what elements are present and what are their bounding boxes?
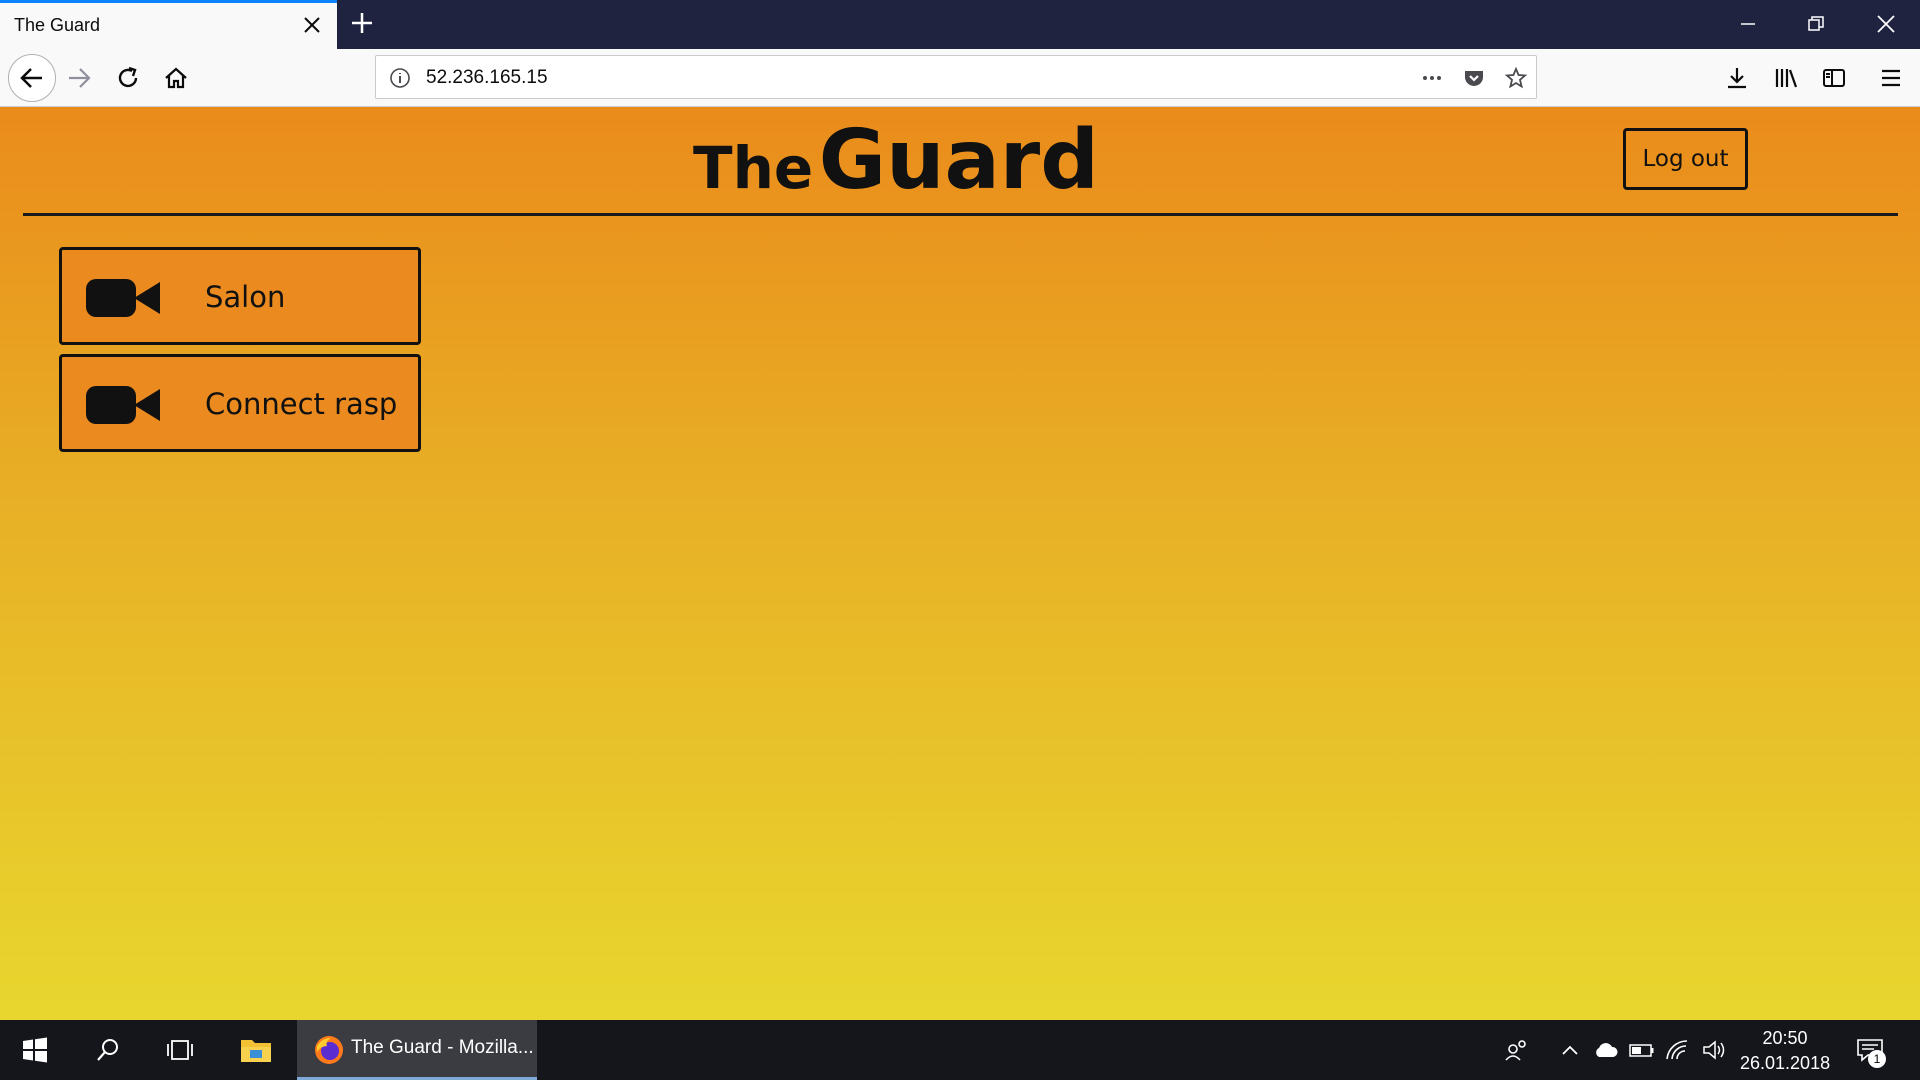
site-title-large: Guard bbox=[818, 113, 1099, 208]
video-camera-icon bbox=[86, 279, 160, 317]
site-title: The Guard bbox=[693, 113, 1099, 208]
arrow-left-icon bbox=[20, 68, 42, 88]
tab-title: The Guard bbox=[14, 15, 101, 35]
browser-toolbar: 52.236.165.15 bbox=[0, 49, 1920, 107]
pocket-icon[interactable] bbox=[1462, 66, 1486, 90]
more-actions-icon[interactable] bbox=[1420, 66, 1444, 90]
bookmark-star-icon[interactable] bbox=[1504, 66, 1528, 90]
chevron-up-icon bbox=[1562, 1045, 1578, 1055]
minimize-window-icon[interactable] bbox=[1736, 12, 1760, 36]
search-icon bbox=[97, 1039, 118, 1061]
home-button[interactable] bbox=[159, 61, 193, 95]
site-title-small: The bbox=[693, 134, 814, 202]
sidebar-button[interactable] bbox=[1817, 61, 1851, 95]
url-text[interactable]: 52.236.165.15 bbox=[426, 67, 548, 89]
hamburger-menu-icon bbox=[1882, 69, 1900, 87]
notification-badge: 1 bbox=[1868, 1050, 1886, 1068]
library-button[interactable] bbox=[1769, 61, 1803, 95]
speaker-icon bbox=[1703, 1040, 1725, 1060]
onedrive-tray[interactable] bbox=[1590, 1034, 1622, 1066]
people-icon bbox=[1505, 1040, 1526, 1061]
taskbar-app-firefox[interactable]: The Guard - Mozilla... bbox=[297, 1020, 537, 1080]
menu-button[interactable] bbox=[1874, 61, 1908, 95]
volume-tray[interactable] bbox=[1698, 1034, 1730, 1066]
clock[interactable]: 20:50 26.01.2018 bbox=[1740, 1026, 1830, 1076]
download-icon bbox=[1728, 68, 1746, 89]
camera-label: Salon bbox=[205, 280, 286, 314]
camera-button-salon[interactable]: Salon bbox=[59, 247, 421, 345]
home-icon bbox=[165, 67, 187, 89]
taskbar: The Guard - Mozilla... 20:50 26.01.2018 … bbox=[0, 1020, 1920, 1080]
video-camera-icon bbox=[86, 386, 160, 424]
browser-titlebar: The Guard bbox=[0, 0, 1920, 49]
close-tab-icon[interactable] bbox=[300, 13, 324, 37]
folder-icon bbox=[241, 1040, 271, 1062]
clock-date: 26.01.2018 bbox=[1740, 1053, 1831, 1073]
file-explorer-button[interactable] bbox=[240, 1034, 272, 1066]
show-hidden-icons-button[interactable] bbox=[1554, 1034, 1586, 1066]
sidebar-icon bbox=[1823, 69, 1845, 87]
reload-button[interactable] bbox=[111, 61, 145, 95]
close-window-icon[interactable] bbox=[1874, 12, 1898, 36]
camera-button-connect-rasp[interactable]: Connect rasp bbox=[59, 354, 421, 452]
taskbar-app-label: The Guard - Mozilla... bbox=[351, 1037, 534, 1058]
header-divider bbox=[23, 213, 1898, 216]
people-button[interactable] bbox=[1500, 1034, 1532, 1066]
wifi-tray[interactable] bbox=[1662, 1034, 1694, 1066]
task-view-icon bbox=[167, 1040, 193, 1060]
page-content: The Guard Log out Salon Connect rasp bbox=[0, 107, 1920, 1020]
firefox-icon bbox=[315, 1036, 343, 1064]
restore-window-icon[interactable] bbox=[1804, 12, 1828, 36]
url-bar[interactable]: 52.236.165.15 bbox=[375, 55, 1537, 99]
logout-button[interactable]: Log out bbox=[1623, 128, 1748, 190]
forward-button[interactable] bbox=[62, 61, 96, 95]
search-button[interactable] bbox=[92, 1034, 124, 1066]
browser-tab[interactable]: The Guard bbox=[0, 0, 337, 49]
library-icon bbox=[1775, 69, 1798, 88]
downloads-button[interactable] bbox=[1720, 61, 1754, 95]
battery-tray[interactable] bbox=[1626, 1034, 1658, 1066]
battery-icon bbox=[1629, 1044, 1654, 1057]
reload-icon bbox=[118, 66, 138, 88]
cloud-icon bbox=[1596, 1043, 1618, 1057]
windows-logo-icon bbox=[23, 1037, 47, 1063]
wifi-icon bbox=[1666, 1040, 1688, 1060]
arrow-right-icon bbox=[69, 68, 91, 88]
start-button[interactable] bbox=[19, 1034, 51, 1066]
clock-time: 20:50 bbox=[1762, 1028, 1808, 1048]
info-icon[interactable] bbox=[388, 66, 412, 90]
new-tab-icon[interactable] bbox=[347, 8, 377, 38]
back-button[interactable] bbox=[8, 54, 56, 102]
task-view-button[interactable] bbox=[164, 1034, 196, 1066]
camera-label: Connect rasp bbox=[205, 387, 398, 421]
